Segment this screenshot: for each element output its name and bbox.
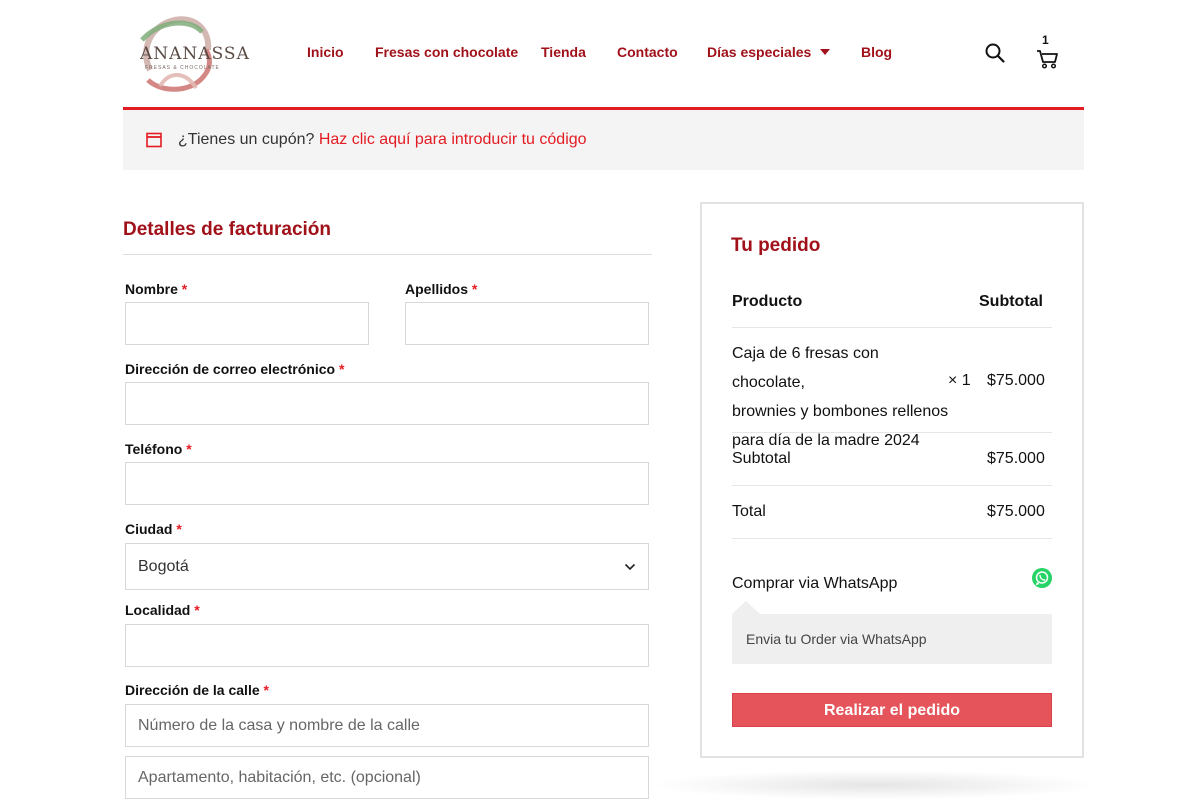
- street-address-field[interactable]: [125, 704, 649, 747]
- first-name-input[interactable]: [125, 302, 369, 345]
- subtotal-value: $75.000: [987, 450, 1045, 467]
- billing-divider: [123, 254, 652, 255]
- order-item-price: $75.000: [987, 372, 1045, 389]
- required-mark: *: [471, 281, 478, 297]
- city-label: Ciudad *: [125, 521, 182, 537]
- last-name-label-text: Apellidos: [405, 281, 469, 297]
- col-product-header: Producto: [732, 293, 803, 310]
- order-divider: [732, 327, 1052, 328]
- whatsapp-payment-option[interactable]: Comprar via WhatsApp: [732, 575, 897, 593]
- nav-item-contacto[interactable]: Contacto: [617, 44, 678, 60]
- cart-icon: [1037, 50, 1058, 69]
- locality-field[interactable]: [125, 624, 649, 667]
- email-field[interactable]: [125, 382, 649, 425]
- required-mark: *: [176, 521, 182, 537]
- coupon-question: ¿Tienes un cupón?: [178, 131, 315, 148]
- total-value: $75.000: [987, 503, 1045, 520]
- search-button[interactable]: [984, 42, 1006, 64]
- order-divider: [732, 485, 1052, 486]
- order-item-name: Caja de 6 fresas con chocolate, brownies…: [732, 339, 952, 455]
- order-summary-panel: Tu pedido Producto Subtotal Caja de 6 fr…: [700, 202, 1084, 758]
- city-select-value: Bogotá: [138, 558, 189, 575]
- nav-item-fresas-con-chocolate[interactable]: Fresas con chocolate: [375, 44, 518, 60]
- nav-item-inicio[interactable]: Inicio: [307, 44, 344, 60]
- billing-title: Detalles de facturación: [123, 219, 332, 240]
- caret-down-icon: [820, 49, 831, 55]
- required-mark: *: [338, 361, 345, 377]
- phone-field[interactable]: [125, 462, 649, 505]
- last-name-input[interactable]: [405, 302, 649, 345]
- subtotal-label: Subtotal: [732, 450, 791, 467]
- locality-label: Localidad *: [125, 602, 200, 618]
- col-subtotal-header: Subtotal: [979, 293, 1043, 310]
- calendar-icon: [146, 132, 162, 148]
- total-label: Total: [732, 503, 766, 520]
- required-mark: *: [181, 281, 188, 297]
- place-order-button[interactable]: Realizar el pedido: [732, 693, 1052, 727]
- nav-item-tienda[interactable]: Tienda: [541, 44, 586, 60]
- email-label: Dirección de correo electrónico *: [125, 361, 344, 377]
- order-item-qty: × 1: [948, 372, 971, 389]
- logo-wordmark: ANANASSA: [140, 44, 250, 64]
- phone-label-text: Teléfono: [125, 441, 183, 457]
- required-mark: *: [186, 441, 192, 457]
- whatsapp-description-box: Envia tu Order via WhatsApp: [732, 614, 1052, 664]
- last-name-label: Apellidos *: [405, 281, 477, 297]
- site-header: ANANASSA FRESAS & CHOCOLATE Inicio Fresa…: [0, 0, 1200, 110]
- whatsapp-box-pointer: [732, 601, 760, 614]
- street-address-2-field[interactable]: [125, 756, 649, 799]
- whatsapp-description: Envia tu Order via WhatsApp: [746, 631, 927, 647]
- order-item-name-line: brownies y bombones rellenos: [732, 403, 949, 420]
- required-mark: *: [263, 682, 269, 698]
- coupon-notice: ¿Tienes un cupón? Haz clic aquí para int…: [123, 110, 1084, 170]
- locality-label-text: Localidad: [125, 602, 191, 618]
- phone-label: Teléfono *: [125, 441, 192, 457]
- first-name-label-text: Nombre: [125, 281, 178, 297]
- city-label-text: Ciudad: [125, 521, 173, 537]
- whatsapp-icon: [1032, 568, 1052, 588]
- order-divider: [732, 432, 1052, 433]
- chevron-down-icon: [624, 563, 636, 571]
- email-label-text: Dirección de correo electrónico: [125, 361, 336, 377]
- order-title: Tu pedido: [731, 235, 821, 256]
- order-divider: [732, 538, 1052, 539]
- coupon-link[interactable]: Haz clic aquí para introducir tu código: [319, 131, 587, 148]
- coupon-text: ¿Tienes un cupón? Haz clic aquí para int…: [178, 131, 587, 149]
- street-label-text: Dirección de la calle: [125, 682, 260, 698]
- floating-shadow: [650, 770, 1100, 800]
- nav-item-dias-especiales[interactable]: Días especiales: [707, 44, 831, 60]
- logo-tagline: FRESAS & CHOCOLATE: [145, 65, 220, 71]
- cart-button[interactable]: [1034, 36, 1060, 70]
- order-item-name-line: Caja de 6 fresas con chocolate,: [732, 345, 879, 391]
- required-mark: *: [194, 602, 200, 618]
- search-icon: [985, 43, 1005, 63]
- first-name-label: Nombre *: [125, 281, 187, 297]
- street-label: Dirección de la calle *: [125, 682, 269, 698]
- nav-item-dias-especiales-label: Días especiales: [707, 44, 812, 60]
- city-select[interactable]: Bogotá: [125, 543, 649, 590]
- nav-item-blog[interactable]: Blog: [861, 44, 892, 60]
